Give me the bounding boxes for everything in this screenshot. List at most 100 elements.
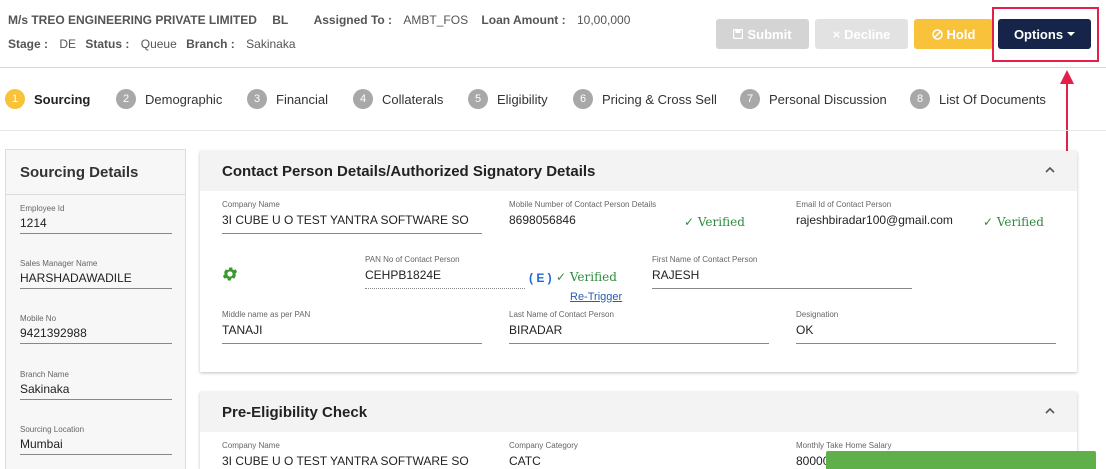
status-label: Status :: [85, 37, 130, 51]
step-number: 8: [910, 89, 930, 109]
field-value: 9421392988: [20, 326, 87, 340]
pre-eligibility-header[interactable]: Pre-Eligibility Check: [200, 392, 1077, 432]
step-number: 3: [247, 89, 267, 109]
decline-label: Decline: [844, 26, 891, 42]
gear-icon[interactable]: [221, 265, 239, 283]
step-number: 5: [468, 89, 488, 109]
first-name-field[interactable]: First Name of Contact Person RAJESH: [652, 253, 912, 289]
field-label: Employee Id: [20, 204, 65, 213]
field-value: Mumbai: [20, 437, 63, 451]
contact-panel-header[interactable]: Contact Person Details/Authorized Signat…: [200, 151, 1077, 191]
step-label: List Of Documents: [939, 91, 1046, 107]
retrigger-link[interactable]: Re-Trigger: [570, 291, 622, 303]
panel-title: Pre-Eligibility Check: [222, 404, 368, 421]
status: Status : Queue: [85, 37, 176, 51]
submit-button[interactable]: Submit: [716, 19, 809, 49]
step-financial[interactable]: 3 Financial: [247, 89, 328, 109]
pan-number-field[interactable]: PAN No of Contact Person CEHPB1824E: [365, 253, 525, 289]
employee-id-field[interactable]: Employee Id 1214: [20, 202, 172, 234]
hold-label: Hold: [946, 26, 976, 42]
ban-icon: [931, 28, 943, 40]
designation-field[interactable]: Designation OK: [796, 308, 1056, 344]
step-sourcing[interactable]: 1 Sourcing: [5, 89, 90, 109]
sales-manager-field[interactable]: Sales Manager Name HARSHADAWADILE: [20, 257, 172, 289]
chevron-up-icon[interactable]: [1043, 404, 1057, 418]
email-field[interactable]: Email Id of Contact Person rajeshbiradar…: [796, 198, 996, 234]
pan-verified-status: ✓ Verified: [556, 270, 617, 284]
field-value: OK: [796, 323, 814, 337]
header-line-1: M/s TREO ENGINEERING PRIVATE LIMITED BL …: [8, 13, 630, 27]
stage-label: Stage :: [8, 37, 49, 51]
field-label: Company Name: [222, 441, 280, 450]
step-collaterals[interactable]: 4 Collaterals: [353, 89, 443, 109]
assigned-to-label: Assigned To :: [313, 13, 393, 27]
middle-name-field[interactable]: Middle name as per PAN TANAJI: [222, 308, 482, 344]
branch-name-field[interactable]: Branch Name Sakinaka: [20, 368, 172, 400]
field-label: Designation: [796, 310, 839, 319]
step-number: 2: [116, 89, 136, 109]
field-label: Company Name: [222, 200, 280, 209]
company-name-field[interactable]: Company Name 3I CUBE U O TEST YANTRA SOF…: [222, 439, 482, 469]
field-label: Last Name of Contact Person: [509, 310, 614, 319]
step-label: Financial: [276, 91, 329, 107]
field-value: HARSHADAWADILE: [20, 271, 132, 285]
assigned-to: Assigned To : AMBT_FOS: [314, 13, 468, 27]
product-code: BL: [272, 13, 289, 27]
company-name: M/s TREO ENGINEERING PRIVATE LIMITED: [8, 13, 257, 27]
step-list-of-documents[interactable]: 8 List Of Documents: [910, 89, 1046, 109]
step-number: 1: [5, 89, 25, 109]
step-label: Demographic: [145, 91, 223, 107]
field-label: PAN No of Contact Person: [365, 255, 460, 264]
step-eligibility[interactable]: 5 Eligibility: [468, 89, 548, 109]
panel-title: Contact Person Details/Authorized Signat…: [222, 163, 596, 180]
sourcing-location-field[interactable]: Sourcing Location Mumbai: [20, 423, 172, 455]
field-label: Mobile Number of Contact Person Details: [509, 200, 657, 209]
toast-notification: [826, 451, 1096, 469]
step-demographic[interactable]: 2 Demographic: [116, 89, 222, 109]
field-label: Monthly Take Home Salary: [796, 441, 892, 450]
branch: Branch : Sakinaka: [186, 37, 295, 51]
field-value: Sakinaka: [20, 382, 70, 396]
contact-person-panel: Contact Person Details/Authorized Signat…: [200, 151, 1077, 372]
company-category-field[interactable]: Company Category CATC: [509, 439, 769, 469]
hold-button[interactable]: Hold: [914, 19, 993, 49]
field-label: Sourcing Location: [20, 425, 85, 434]
last-name-field[interactable]: Last Name of Contact Person BIRADAR: [509, 308, 769, 344]
field-value: CEHPB1824E: [365, 268, 442, 282]
field-label: Company Category: [509, 441, 578, 450]
chevron-up-icon[interactable]: [1043, 163, 1057, 177]
field-value: BIRADAR: [509, 323, 563, 337]
step-number: 7: [740, 89, 760, 109]
stage: Stage : DE: [8, 37, 76, 51]
mobile-no-field[interactable]: Mobile No 9421392988: [20, 312, 172, 344]
stepper-nav: 1 Sourcing 2 Demographic 3 Financial 4 C…: [0, 69, 1106, 131]
branch-label: Branch :: [186, 37, 235, 51]
save-icon: [733, 29, 744, 39]
field-value: rajeshbiradar100@gmail.com: [796, 213, 953, 227]
step-pricing-cross-sell[interactable]: 6 Pricing & Cross Sell: [573, 89, 717, 109]
field-label: Middle name as per PAN: [222, 310, 311, 319]
step-label: Sourcing: [34, 91, 91, 107]
stage-value: DE: [59, 37, 77, 51]
branch-value: Sakinaka: [246, 37, 296, 51]
field-value: CATC: [509, 454, 541, 468]
field-value: 3I CUBE U O TEST YANTRA SOFTWARE SO: [222, 454, 469, 468]
field-value: RAJESH: [652, 268, 700, 282]
header-line-2: Stage : DE Status : Queue Branch : Sakin…: [8, 37, 296, 51]
field-value: 3I CUBE U O TEST YANTRA SOFTWARE SO: [222, 213, 469, 227]
pan-e-tag: ( E ): [529, 271, 552, 285]
company-name-field[interactable]: Company Name 3I CUBE U O TEST YANTRA SOF…: [222, 198, 482, 234]
submit-label: Submit: [747, 26, 792, 42]
decline-button[interactable]: × Decline: [815, 19, 908, 49]
mobile-verified-status: ✓ Verified: [684, 215, 745, 229]
field-label: Mobile No: [20, 314, 57, 323]
step-label: Personal Discussion: [769, 91, 887, 107]
field-value: 1214: [20, 216, 47, 230]
step-personal-discussion[interactable]: 7 Personal Discussion: [740, 89, 887, 109]
page-header: M/s TREO ENGINEERING PRIVATE LIMITED BL …: [0, 0, 1106, 68]
sourcing-details-sidebar: Sourcing Details Employee Id 1214 Sales …: [5, 149, 186, 469]
step-label: Collaterals: [382, 91, 444, 107]
step-number: 4: [353, 89, 373, 109]
field-label: First Name of Contact Person: [652, 255, 758, 264]
step-label: Eligibility: [497, 91, 548, 107]
